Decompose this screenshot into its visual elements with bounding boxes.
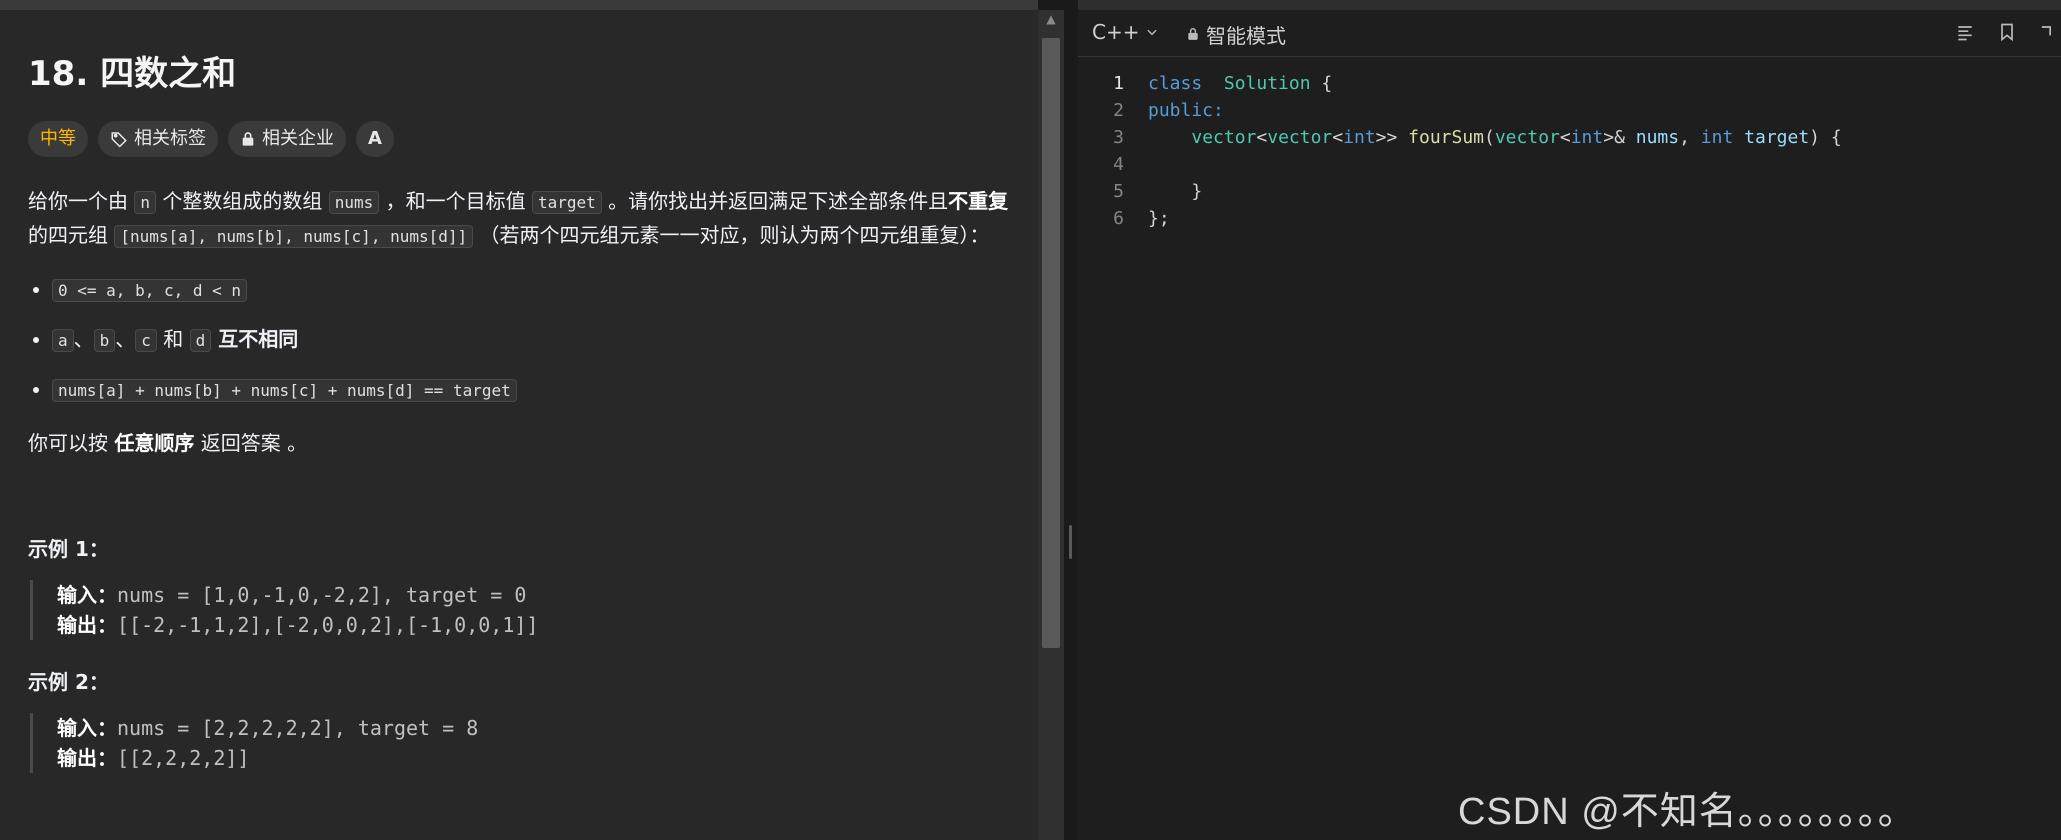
language-selector[interactable]: C++: [1092, 20, 1159, 44]
code-line[interactable]: 4: [1078, 151, 2061, 178]
inline-code-nums: nums: [328, 191, 380, 214]
tag-icon: [110, 130, 128, 148]
line-number: 1: [1113, 73, 1124, 94]
bookmark-icon[interactable]: [1997, 22, 2017, 46]
code-line[interactable]: 1 class Solution {: [1078, 70, 2061, 97]
inline-code-target: target: [531, 191, 602, 214]
code-token: vector: [1494, 127, 1560, 148]
list-item: a、b、c 和 d 互不相同: [52, 323, 1013, 357]
format-icon[interactable]: [1955, 22, 1975, 46]
code-token: ) {: [1809, 127, 1842, 148]
example-2-title: 示例 2：: [28, 670, 109, 694]
code-token: nums: [1635, 127, 1680, 148]
tag-row: 中等 相关标签 相关企业 A: [28, 121, 1013, 157]
lock-icon: [240, 130, 256, 148]
difficulty-badge[interactable]: 中等: [28, 121, 88, 157]
undo-icon[interactable]: [2039, 22, 2053, 46]
code-line[interactable]: 5 }: [1078, 178, 2061, 205]
code-text: };: [1148, 205, 1170, 232]
panel-splitter[interactable]: [1064, 0, 1078, 840]
lock-icon: [1186, 23, 1200, 47]
code-token: vector: [1267, 127, 1333, 148]
splitter-grip-icon[interactable]: [1069, 525, 1072, 559]
answer-order-note: 你可以按 任意顺序 返回答案 。: [28, 431, 308, 455]
code-token: int: [1700, 127, 1734, 148]
code-token: fourSum: [1408, 127, 1484, 148]
code-line[interactable]: 2 public:: [1078, 97, 2061, 124]
code-token: Solution: [1223, 73, 1311, 94]
conditions-list: 0 <= a, b, c, d < n a、b、c 和 d 互不相同 nums[…: [28, 273, 1013, 407]
example-1-block: 输入：nums = [1,0,-1,0,-2,2], target = 0 输出…: [30, 580, 1013, 640]
code-line[interactable]: 6};: [1078, 205, 2061, 232]
line-number: 5: [1113, 181, 1124, 202]
line-number: 2: [1113, 100, 1124, 121]
code-token: int: [1570, 127, 1604, 148]
line-number: 6: [1113, 208, 1124, 229]
code-token: }: [1148, 181, 1203, 202]
list-item: nums[a] + nums[b] + nums[c] + nums[d] ==…: [52, 373, 1013, 407]
problem-description: 给你一个由 n 个整数组成的数组 nums ，和一个目标值 target 。请你…: [28, 189, 1009, 248]
code-text: vector<vector<int>> fourSum(vector<int>&…: [1148, 124, 1842, 151]
related-tags-button[interactable]: 相关标签: [98, 121, 218, 157]
code-text: class Solution {: [1148, 70, 1332, 97]
code-token: };: [1148, 208, 1170, 229]
line-number: 3: [1113, 127, 1124, 148]
scroll-up-icon[interactable]: ▲: [1038, 10, 1064, 28]
code-token: public:: [1148, 100, 1224, 121]
code-token: <: [1256, 127, 1268, 148]
code-token: class: [1148, 73, 1203, 94]
problem-title: 18. 四数之和: [28, 54, 237, 94]
code-text: public:: [1148, 97, 1224, 124]
code-token: {: [1310, 73, 1333, 94]
code-token: ,: [1679, 127, 1701, 148]
example-1-title: 示例 1：: [28, 537, 109, 561]
related-tags-label: 相关标签: [134, 128, 206, 149]
inline-code-tuple: [nums[a], nums[b], nums[c], nums[d]]: [114, 225, 474, 248]
code-token: <: [1332, 127, 1344, 148]
inline-code-n: n: [134, 191, 156, 214]
code-text: }: [1148, 178, 1202, 205]
problem-panel: 18. 四数之和 中等 相关标签 相关企业 A 给你一个由 n 个整数组成的数组…: [0, 0, 1038, 840]
smart-mode-toggle[interactable]: 智能模式: [1186, 20, 1286, 49]
code-token: int: [1343, 127, 1376, 148]
code-area[interactable]: 1 class Solution {2 public: 3 vector<vector…: [1078, 70, 2061, 232]
code-token: <: [1559, 127, 1571, 148]
line-number: 4: [1113, 154, 1124, 175]
editor-tools: [1955, 22, 2053, 46]
problem-scrollbar[interactable]: ▲: [1038, 10, 1064, 840]
code-token: >&: [1603, 127, 1636, 148]
scroll-thumb[interactable]: [1042, 38, 1060, 648]
code-token: >>: [1375, 127, 1409, 148]
code-token: vector: [1191, 127, 1257, 148]
code-editor-panel: C++ 智能模式 1 class Solution {2 public: 3 vect…: [1078, 0, 2061, 840]
csdn-watermark: CSDN @不知名。。。。。。。。: [1458, 791, 1917, 833]
translate-button[interactable]: A: [356, 121, 394, 157]
editor-toolbar: C++ 智能模式: [1078, 10, 2061, 57]
problem-content: 18. 四数之和 中等 相关标签 相关企业 A 给你一个由 n 个整数组成的数组…: [28, 46, 1013, 773]
code-token: target: [1733, 127, 1810, 148]
translate-icon: A: [368, 128, 382, 149]
example-2-block: 输入：nums = [2,2,2,2,2], target = 8 输出：[[2…: [30, 713, 1013, 773]
related-companies-button[interactable]: 相关企业: [228, 121, 346, 157]
related-companies-label: 相关企业: [262, 128, 334, 149]
list-item: 0 <= a, b, c, d < n: [52, 273, 1013, 307]
code-token: (: [1484, 127, 1495, 148]
code-line[interactable]: 3 vector<vector<int>> fourSum(vector<int…: [1078, 124, 2061, 151]
chevron-down-icon: [1145, 20, 1159, 44]
